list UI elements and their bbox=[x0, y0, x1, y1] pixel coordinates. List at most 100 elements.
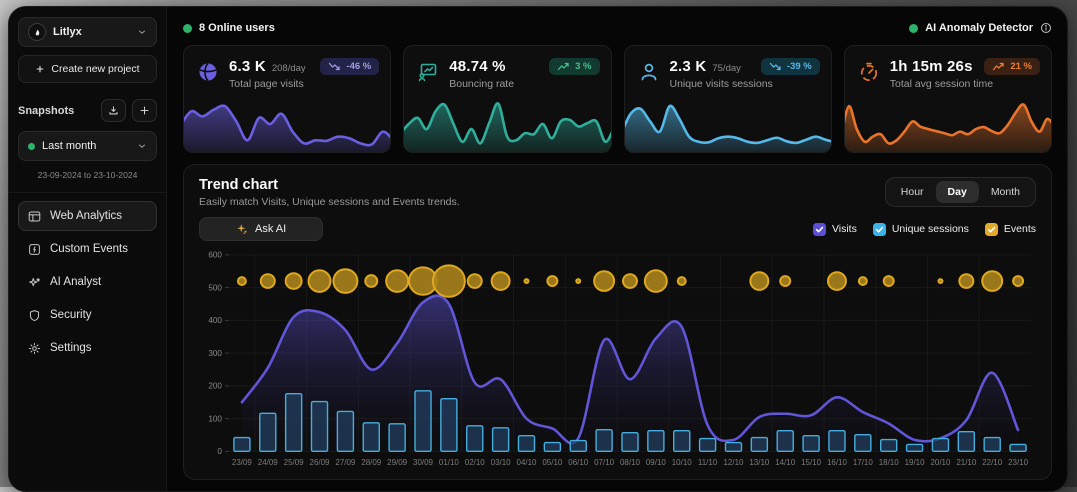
bar-22/10[interactable] bbox=[984, 438, 1000, 452]
bar-23/10[interactable] bbox=[1010, 444, 1026, 451]
kpi-value: 48.74 % bbox=[449, 58, 505, 75]
event-bubble-02/10[interactable] bbox=[468, 274, 482, 288]
globe-icon bbox=[197, 61, 219, 83]
event-bubble-18/10[interactable] bbox=[884, 276, 894, 286]
bar-30/09[interactable] bbox=[415, 391, 431, 452]
event-bubble-23/10[interactable] bbox=[1013, 276, 1023, 286]
bar-27/09[interactable] bbox=[337, 411, 353, 451]
online-status-dot bbox=[183, 24, 192, 33]
event-bubble-13/10[interactable] bbox=[750, 272, 768, 290]
bar-08/10[interactable] bbox=[622, 433, 638, 452]
bar-17/10[interactable] bbox=[855, 435, 871, 452]
svg-text:19/10: 19/10 bbox=[905, 458, 926, 467]
event-bubble-10/10[interactable] bbox=[678, 277, 686, 285]
bar-28/09[interactable] bbox=[363, 423, 379, 451]
trend-chart-svg[interactable]: 010020030040050060023/0924/0925/0926/092… bbox=[199, 247, 1036, 471]
kpi-label: Bouncing rate bbox=[449, 78, 514, 90]
bar-11/10[interactable] bbox=[700, 439, 716, 452]
event-bubble-17/10[interactable] bbox=[859, 277, 867, 285]
bar-19/10[interactable] bbox=[907, 444, 923, 451]
event-bubble-06/10[interactable] bbox=[576, 279, 580, 283]
bar-05/10[interactable] bbox=[544, 443, 560, 452]
bar-18/10[interactable] bbox=[881, 440, 897, 452]
bar-02/10[interactable] bbox=[467, 426, 483, 452]
svg-text:23/09: 23/09 bbox=[232, 458, 253, 467]
event-bubble-01/10[interactable] bbox=[433, 265, 465, 296]
bar-26/09[interactable] bbox=[311, 402, 327, 452]
sidebar-item-ai-analyst[interactable]: AI Analyst bbox=[18, 267, 157, 297]
tab-day[interactable]: Day bbox=[936, 181, 979, 203]
kpi-card-total-avg-session-time: 1h 15m 26sTotal avg session time21 % bbox=[844, 45, 1052, 153]
checkbox-checked-icon[interactable] bbox=[985, 223, 998, 236]
event-bubble-24/09[interactable] bbox=[261, 274, 275, 288]
bar-21/10[interactable] bbox=[958, 432, 974, 452]
svg-text:400: 400 bbox=[208, 316, 222, 325]
add-snapshot-button[interactable] bbox=[132, 99, 157, 122]
event-bubble-07/10[interactable] bbox=[594, 271, 614, 291]
svg-text:22/10: 22/10 bbox=[982, 458, 1003, 467]
event-bubble-28/09[interactable] bbox=[365, 275, 377, 287]
bar-06/10[interactable] bbox=[570, 441, 586, 452]
event-bubble-26/09[interactable] bbox=[309, 270, 331, 292]
event-bubble-16/10[interactable] bbox=[828, 272, 846, 290]
bar-12/10[interactable] bbox=[725, 443, 741, 452]
legend-item-events[interactable]: Events bbox=[985, 223, 1036, 236]
sidebar-item-web-analytics[interactable]: Web Analytics bbox=[18, 201, 157, 231]
bar-24/09[interactable] bbox=[260, 413, 276, 451]
browser-icon bbox=[28, 210, 41, 223]
kpi-card-bouncing-rate: 48.74 % Bouncing rate 3 % bbox=[403, 45, 611, 153]
bar-16/10[interactable] bbox=[829, 431, 845, 452]
kpi-trend-badge: -39 % bbox=[761, 58, 820, 75]
bar-10/10[interactable] bbox=[674, 431, 690, 452]
sidebar-item-settings[interactable]: Settings bbox=[18, 333, 157, 363]
kpi-badge-value: 3 % bbox=[575, 61, 591, 72]
event-bubble-05/10[interactable] bbox=[547, 276, 557, 286]
kpi-label: Total avg session time bbox=[890, 78, 993, 90]
project-selector[interactable]: Litlyx bbox=[18, 17, 157, 47]
event-bubble-04/10[interactable] bbox=[524, 279, 528, 283]
svg-text:0: 0 bbox=[217, 447, 222, 456]
svg-text:29/09: 29/09 bbox=[387, 458, 408, 467]
tab-month[interactable]: Month bbox=[979, 181, 1032, 203]
event-bubble-22/10[interactable] bbox=[982, 271, 1002, 291]
svg-text:21/10: 21/10 bbox=[956, 458, 977, 467]
legend-item-visits[interactable]: Visits bbox=[813, 223, 857, 236]
bar-09/10[interactable] bbox=[648, 431, 664, 452]
bar-04/10[interactable] bbox=[518, 436, 534, 452]
bar-29/09[interactable] bbox=[389, 424, 405, 452]
download-snapshot-button[interactable] bbox=[101, 99, 126, 122]
snapshot-selector[interactable]: Last month bbox=[18, 131, 157, 161]
checkbox-checked-icon[interactable] bbox=[873, 223, 886, 236]
bar-01/10[interactable] bbox=[441, 399, 457, 452]
bar-14/10[interactable] bbox=[777, 431, 793, 452]
event-bubble-23/09[interactable] bbox=[238, 277, 246, 285]
event-bubble-27/09[interactable] bbox=[333, 269, 357, 293]
bar-25/09[interactable] bbox=[286, 394, 302, 452]
bar-03/10[interactable] bbox=[493, 428, 509, 452]
ask-ai-button[interactable]: Ask AI bbox=[199, 217, 323, 241]
tab-hour[interactable]: Hour bbox=[889, 181, 936, 203]
sidebar-item-custom-events[interactable]: Custom Events bbox=[18, 234, 157, 264]
create-project-button[interactable]: Create new project bbox=[18, 55, 157, 83]
bar-20/10[interactable] bbox=[932, 439, 948, 452]
event-bubble-09/10[interactable] bbox=[645, 270, 667, 292]
timer-icon bbox=[858, 61, 880, 83]
bar-13/10[interactable] bbox=[751, 438, 767, 452]
event-bubble-25/09[interactable] bbox=[286, 273, 302, 289]
event-bubble-29/09[interactable] bbox=[386, 270, 408, 292]
legend-item-unique-sessions[interactable]: Unique sessions bbox=[873, 223, 969, 236]
sidebar: Litlyx Create new project Snapshots Last… bbox=[9, 7, 167, 491]
bar-15/10[interactable] bbox=[803, 436, 819, 452]
svg-text:26/09: 26/09 bbox=[310, 458, 331, 467]
event-bubble-03/10[interactable] bbox=[492, 272, 510, 290]
bar-23/09[interactable] bbox=[234, 438, 250, 452]
svg-text:12/10: 12/10 bbox=[723, 458, 744, 467]
bar-07/10[interactable] bbox=[596, 430, 612, 452]
event-bubble-21/10[interactable] bbox=[959, 274, 973, 288]
event-bubble-14/10[interactable] bbox=[780, 276, 790, 286]
event-bubble-20/10[interactable] bbox=[938, 279, 942, 283]
info-icon[interactable] bbox=[1040, 22, 1052, 34]
sidebar-item-security[interactable]: Security bbox=[18, 300, 157, 330]
event-bubble-08/10[interactable] bbox=[623, 274, 637, 288]
checkbox-checked-icon[interactable] bbox=[813, 223, 826, 236]
